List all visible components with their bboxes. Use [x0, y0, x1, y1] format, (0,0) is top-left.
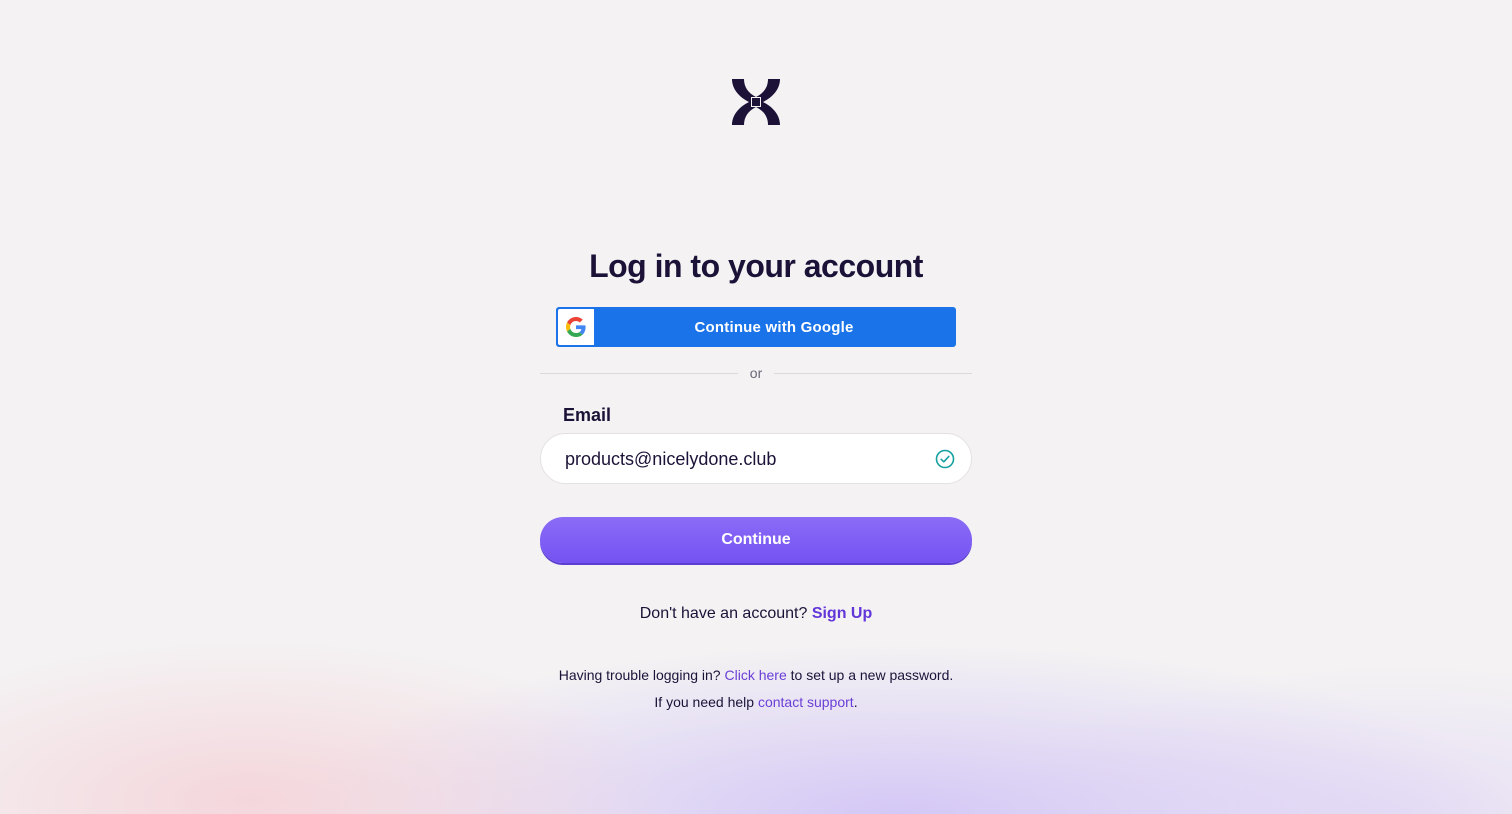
signup-prompt: Don't have an account? Sign Up — [0, 602, 1512, 626]
divider-line-right — [774, 372, 973, 374]
trouble-prefix: Having trouble logging in? — [558, 667, 721, 683]
divider-text: or — [749, 365, 763, 381]
click-here-link[interactable]: Click here — [724, 667, 786, 683]
support-suffix: . — [853, 694, 858, 710]
email-field-container[interactable] — [540, 433, 972, 484]
divider-line-left — [540, 372, 738, 374]
or-divider: or — [540, 363, 973, 383]
continue-with-google-button[interactable]: Continue with Google — [556, 307, 956, 347]
signup-prompt-text: Don't have an account? — [639, 605, 808, 622]
page-title: Log in to your account — [589, 248, 923, 284]
trouble-logging-in-text: Having trouble logging in? Click here to… — [0, 665, 1512, 685]
google-button-label: Continue with Google — [694, 318, 854, 336]
check-circle-icon — [935, 449, 955, 468]
trouble-suffix: to set up a new password. — [790, 667, 954, 683]
contact-support-link[interactable]: contact support — [758, 694, 854, 710]
support-prefix: If you need help — [654, 694, 755, 710]
google-icon-container — [558, 309, 594, 345]
email-input[interactable] — [565, 446, 935, 471]
sign-up-link[interactable]: Sign Up — [812, 605, 872, 622]
email-label: Email — [563, 405, 612, 425]
google-g-icon — [566, 317, 586, 337]
continue-button[interactable]: Continue — [540, 517, 972, 563]
x-brand-logo-icon — [732, 79, 780, 125]
contact-support-text: If you need help contact support. — [0, 692, 1512, 712]
